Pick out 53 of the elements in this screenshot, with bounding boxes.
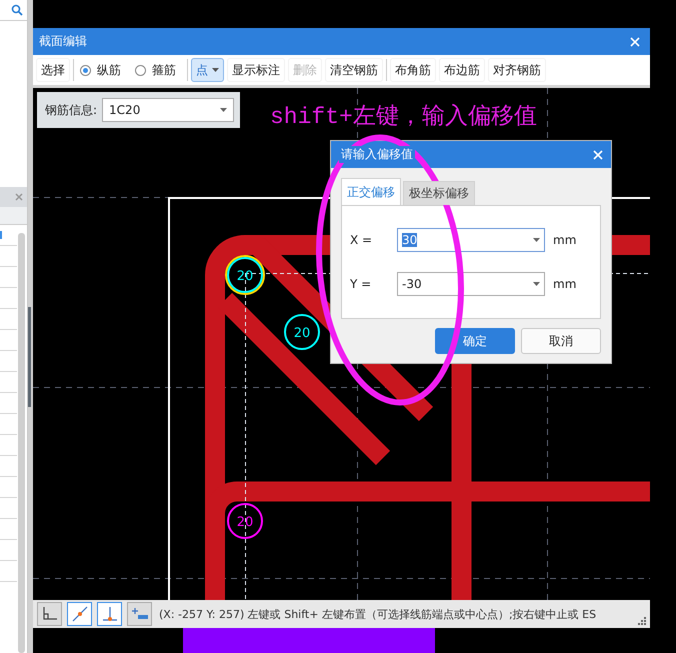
rebar-circle[interactable]: 20 — [225, 255, 265, 295]
dialog-button[interactable]: 取消 — [521, 328, 601, 354]
snap-tool-button[interactable] — [97, 602, 122, 626]
input-value: -30 — [402, 277, 422, 291]
combo-value: 1C20 — [109, 103, 140, 117]
snap-tool-button[interactable] — [37, 602, 62, 626]
rebar-info-combo[interactable]: 1C20 — [102, 98, 234, 122]
rebar-circle[interactable]: 20 — [227, 503, 263, 539]
corner-icon — [42, 607, 58, 621]
toolbar-button[interactable]: 显示标注 — [227, 58, 285, 82]
field-label: Y = — [350, 277, 372, 291]
rebar-circle[interactable]: 20 — [284, 314, 320, 350]
offset-input[interactable]: -30 — [397, 272, 545, 296]
radio-option[interactable]: 箍筋 — [132, 62, 184, 78]
tab[interactable]: 极坐标偏移 — [403, 181, 475, 205]
offset-input[interactable]: 30 — [397, 228, 545, 252]
rebar-info-label: 钢筋信息: — [45, 102, 98, 118]
caret-icon — [212, 68, 219, 72]
toolbar-button[interactable]: 布边筋 — [439, 58, 485, 82]
resize-grip-icon[interactable] — [637, 616, 646, 625]
plus-bar-icon — [130, 607, 148, 621]
caret-icon[interactable] — [533, 282, 540, 286]
radio-button[interactable] — [135, 64, 146, 76]
dialog-title: 请输入偏移值 — [339, 146, 415, 163]
radio-option[interactable]: 纵筋 — [77, 62, 129, 78]
field-label: X = — [350, 233, 374, 247]
perpendicular-icon — [102, 606, 118, 622]
caret-icon[interactable] — [220, 108, 228, 112]
tab[interactable]: 正交偏移 — [341, 178, 401, 205]
dialog-button[interactable]: 确定 — [435, 328, 515, 354]
status-message: (X: -257 Y: 257) 左键或 Shift+ 左键布置（可选择线筋端点或中心点）;按右键中止或 ES — [159, 606, 598, 622]
toolbar-button[interactable]: 清空钢筋 — [325, 58, 383, 82]
toolbar-button[interactable]: 对齐钢筋 — [488, 58, 546, 82]
annotation-text: shift+左键，输入偏移值 — [270, 103, 537, 131]
unit-label: mm — [553, 233, 576, 247]
selection-marker — [0, 231, 2, 239]
close-icon[interactable] — [15, 193, 23, 201]
toolbar-button[interactable]: 布角筋 — [390, 58, 436, 82]
radio-button[interactable] — [80, 64, 91, 76]
radio-label: 箍筋 — [152, 62, 176, 78]
input-value: 30 — [402, 233, 418, 247]
diagonal-line-icon — [72, 606, 88, 622]
unit-label: mm — [553, 277, 576, 291]
point-dropdown[interactable]: 点 — [191, 58, 224, 82]
radio-label: 纵筋 — [97, 62, 121, 78]
splitter-handle[interactable] — [28, 306, 31, 406]
scrollbar[interactable] — [18, 233, 25, 653]
toolbar-button[interactable]: 选择 — [36, 58, 70, 82]
search-icon[interactable] — [11, 4, 23, 16]
window-title: 截面编辑 — [39, 33, 87, 50]
snap-tool-button[interactable] — [127, 602, 152, 626]
snap-tool-button[interactable] — [67, 602, 92, 626]
caret-icon[interactable] — [533, 238, 540, 242]
